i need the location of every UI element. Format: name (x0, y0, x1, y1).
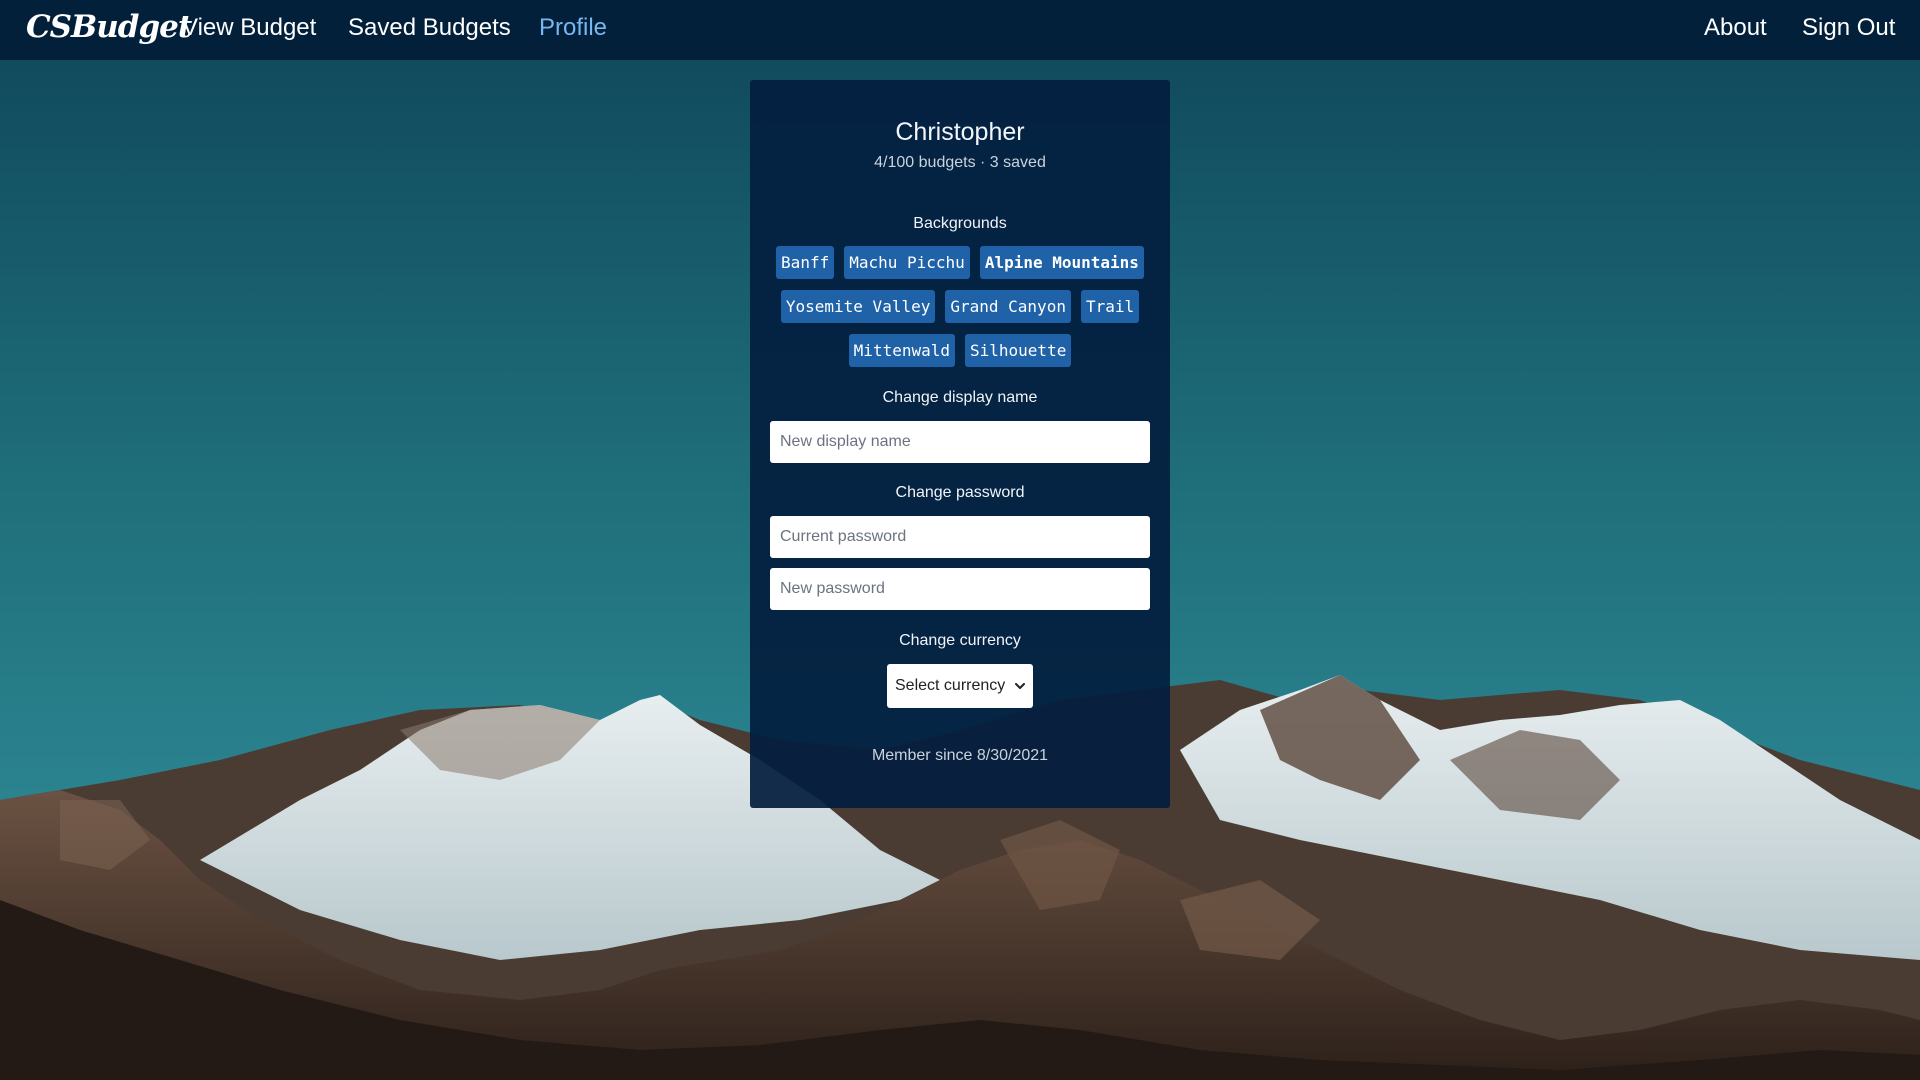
background-tags-row: Banff Machu Picchu Alpine Mountains (750, 246, 1170, 279)
budget-stats: 4/100 budgets · 3 saved (874, 154, 1046, 171)
background-tag-silhouette[interactable]: Silhouette (965, 334, 1072, 367)
background-tag-banff[interactable]: Banff (776, 246, 835, 279)
display-name-label: Change display name (882, 389, 1038, 406)
profile-name: Christopher (895, 118, 1025, 146)
profile-card: Christopher 4/100 budgets · 3 saved Back… (750, 80, 1170, 808)
currency-select-value: Select currency (895, 677, 1006, 694)
nav-view-budget[interactable]: View Budget (182, 14, 316, 42)
background-tags-row: Mittenwald Silhouette (750, 334, 1170, 367)
password-label: Change password (895, 484, 1025, 501)
backgrounds-label: Backgrounds (913, 215, 1007, 232)
nav-saved-budgets[interactable]: Saved Budgets (348, 14, 511, 42)
top-navbar: CSBudget View Budget Saved Budgets Profi… (0, 0, 1920, 60)
nav-profile[interactable]: Profile (539, 14, 607, 42)
background-tags-row: Yosemite Valley Grand Canyon Trail (750, 290, 1170, 323)
background-tag-alpine-mountains[interactable]: Alpine Mountains (979, 246, 1144, 279)
display-name-input[interactable] (770, 421, 1150, 463)
brand-logo[interactable]: CSBudget (26, 9, 192, 45)
new-password-input[interactable] (770, 568, 1150, 610)
background-tag-grand-canyon[interactable]: Grand Canyon (945, 290, 1071, 323)
currency-select[interactable]: Select currency (887, 664, 1033, 708)
currency-label: Change currency (899, 632, 1021, 649)
nav-sign-out[interactable]: Sign Out (1802, 14, 1895, 42)
chevron-down-icon (1015, 681, 1025, 691)
background-tag-mittenwald[interactable]: Mittenwald (848, 334, 955, 367)
background-tag-trail[interactable]: Trail (1080, 290, 1140, 323)
background-tag-machu-picchu[interactable]: Machu Picchu (844, 246, 970, 279)
member-since: Member since 8/30/2021 (871, 747, 1049, 764)
nav-about[interactable]: About (1704, 14, 1767, 42)
background-tag-yosemite-valley[interactable]: Yosemite Valley (780, 290, 936, 323)
current-password-input[interactable] (770, 516, 1150, 558)
